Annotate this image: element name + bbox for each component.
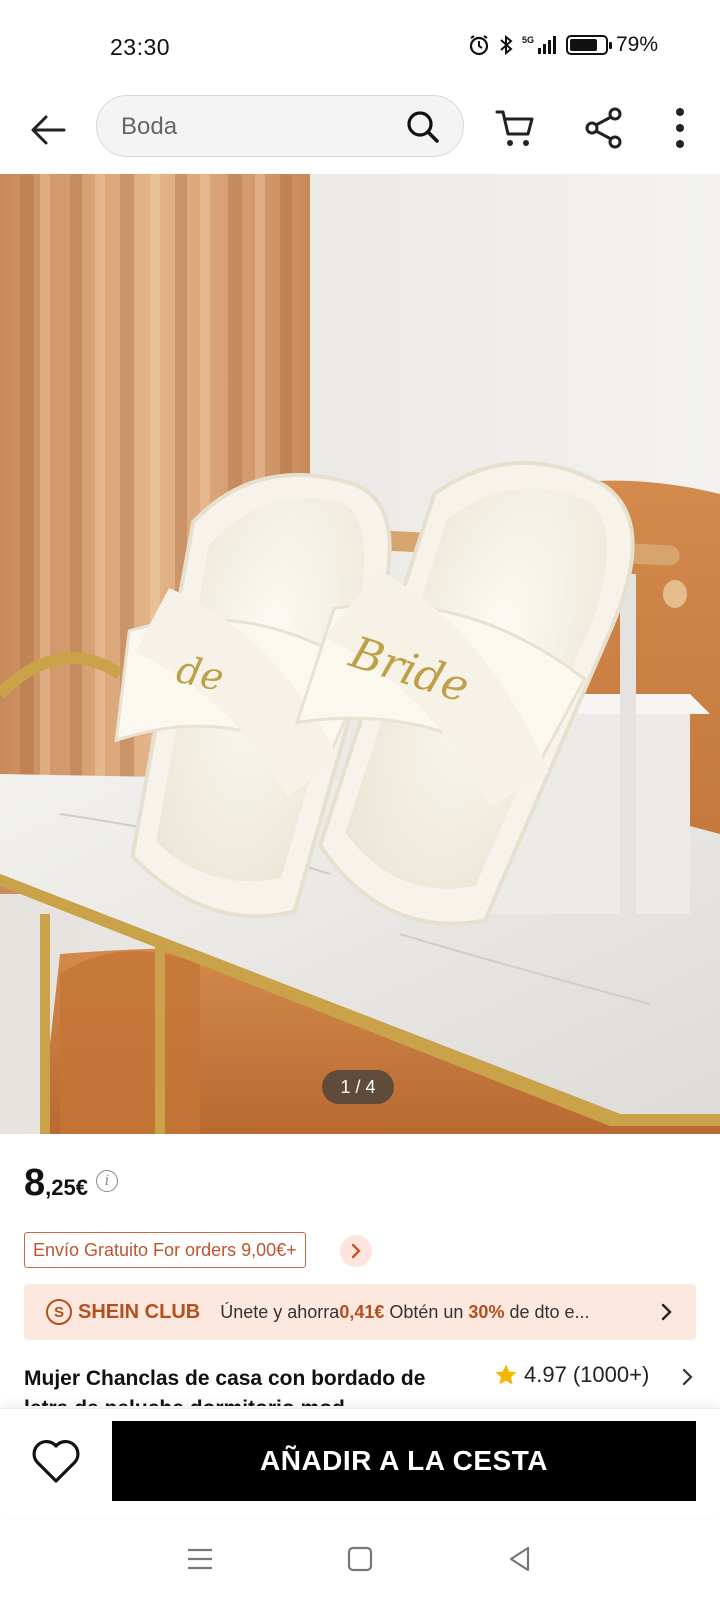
shein-club-banner[interactable]: S SHEIN CLUB Únete y ahorra0,41€ Obtén u… [24, 1284, 696, 1340]
bottom-action-bar: AÑADIR A LA CESTA [0, 1408, 720, 1518]
heart-icon [32, 1439, 80, 1483]
more-vertical-icon [676, 108, 684, 148]
back-button[interactable] [26, 108, 70, 152]
search-icon[interactable] [405, 109, 441, 145]
club-percent: 30% [468, 1301, 505, 1322]
product-rating[interactable]: 4.97 (1000+) [494, 1362, 649, 1388]
square-icon [347, 1546, 373, 1572]
signal-icon: 5G [522, 34, 558, 56]
add-to-cart-button[interactable]: AÑADIR A LA CESTA [112, 1421, 696, 1501]
system-back-button[interactable] [500, 1539, 540, 1579]
club-amount: 0,41€ [339, 1301, 385, 1322]
battery-level [569, 39, 597, 51]
shipping-details-button[interactable] [340, 1235, 372, 1267]
share-icon [585, 107, 622, 149]
search-input[interactable]: Boda [96, 95, 464, 157]
club-logo: S SHEIN CLUB [46, 1299, 200, 1325]
price-integer: 8 [24, 1162, 46, 1204]
product-title: Mujer Chanclas de casa con bordado de le… [24, 1367, 426, 1406]
club-offer-text: Únete y ahorra0,41€ Obtén un 30% de dto … [220, 1302, 620, 1323]
bluetooth-icon [498, 34, 514, 56]
club-badge-icon: S [46, 1299, 72, 1325]
wishlist-button[interactable] [28, 1433, 84, 1489]
free-shipping-tag[interactable]: Envío Gratuito For orders 9,00€+ [24, 1232, 306, 1268]
price: 8 ,25€ i [24, 1162, 118, 1205]
club-text-2: Obtén un [384, 1301, 469, 1322]
network-label: 5G [522, 35, 534, 45]
review-count: (1000+) [572, 1362, 650, 1387]
alarm-icon [468, 34, 490, 56]
rating-value: 4.97 [524, 1362, 567, 1387]
status-time: 23:30 [110, 34, 171, 60]
battery-icon [565, 35, 612, 55]
header: Boda [0, 92, 720, 172]
battery-percent: 79% [615, 33, 658, 56]
club-name: SHEIN CLUB [78, 1300, 201, 1323]
cart-button[interactable] [494, 106, 538, 150]
club-text-3: de dto e... [504, 1301, 590, 1322]
chevron-right-icon[interactable] [676, 1366, 698, 1388]
status-bar: 23:30 5G 79% [0, 0, 720, 92]
home-button[interactable] [340, 1539, 380, 1579]
status-icons: 5G 79% [468, 33, 658, 57]
cart-icon [495, 110, 534, 146]
share-button[interactable] [582, 106, 626, 150]
image-counter: 1 / 4 [322, 1070, 394, 1104]
chevron-right-icon [351, 1243, 361, 1259]
club-text-1: Únete y ahorra [220, 1301, 340, 1322]
chevron-right-icon [661, 1303, 672, 1321]
more-options-button[interactable] [660, 104, 700, 152]
back-arrow-icon [31, 115, 66, 145]
recent-apps-button[interactable] [180, 1539, 220, 1579]
price-decimal: ,25€ [45, 1175, 88, 1200]
product-photo-illustration: de Bride [0, 174, 720, 1134]
triangle-back-icon [509, 1546, 530, 1572]
system-nav-bar [0, 1518, 720, 1600]
star-icon [495, 1364, 517, 1385]
info-icon[interactable]: i [95, 1170, 118, 1192]
search-value: Boda [121, 113, 178, 140]
menu-icon [188, 1548, 212, 1570]
product-image[interactable]: de Bride [0, 174, 720, 1134]
